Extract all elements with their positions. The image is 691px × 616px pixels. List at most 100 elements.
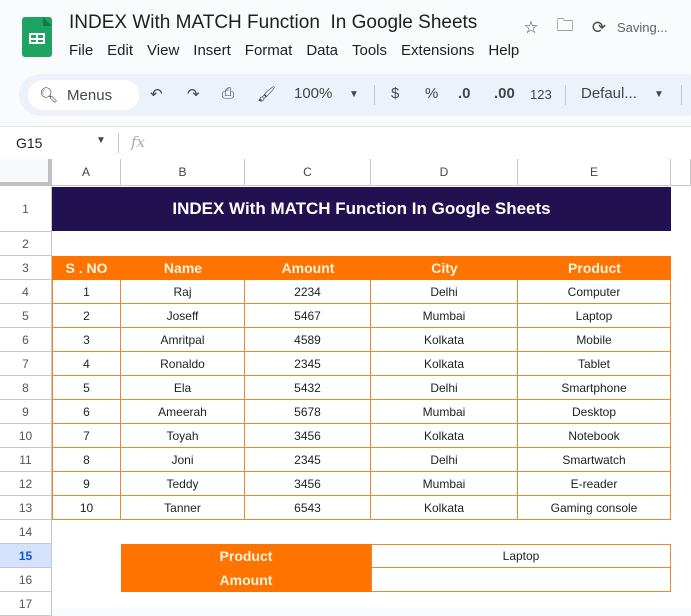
percent-format-button[interactable]: %: [425, 85, 438, 102]
table-cell[interactable]: 8: [52, 448, 121, 472]
table-cell[interactable]: Joseff: [121, 304, 245, 328]
lookup-product-label[interactable]: Product: [121, 544, 371, 568]
table-cell[interactable]: 3456: [245, 424, 371, 448]
table-header-product[interactable]: Product: [518, 256, 671, 280]
row-header-7[interactable]: 7: [0, 352, 52, 376]
table-cell[interactable]: 6: [52, 400, 121, 424]
table-cell[interactable]: Notebook: [518, 424, 671, 448]
zoom-caret-icon[interactable]: ▼: [349, 89, 359, 100]
sheets-logo-icon[interactable]: [22, 17, 52, 57]
table-cell[interactable]: E-reader: [518, 472, 671, 496]
table-cell[interactable]: Mumbai: [371, 472, 518, 496]
table-cell[interactable]: 2345: [245, 448, 371, 472]
column-header-d[interactable]: D: [371, 159, 518, 186]
undo-icon[interactable]: ↶: [150, 85, 163, 103]
table-cell[interactable]: Laptop: [518, 304, 671, 328]
table-cell[interactable]: Delhi: [371, 280, 518, 304]
menu-tools[interactable]: Tools: [352, 42, 387, 59]
table-cell[interactable]: Smartphone: [518, 376, 671, 400]
table-cell[interactable]: Computer: [518, 280, 671, 304]
font-select[interactable]: Defaul...: [581, 85, 637, 102]
row-header-9[interactable]: 9: [0, 400, 52, 424]
table-cell[interactable]: Delhi: [371, 448, 518, 472]
name-box[interactable]: G15: [16, 135, 42, 151]
table-cell[interactable]: 10: [52, 496, 121, 520]
row-header-16[interactable]: 16: [0, 568, 52, 592]
table-cell[interactable]: 9: [52, 472, 121, 496]
select-all-corner[interactable]: [0, 159, 52, 186]
paint-format-icon[interactable]: 🖌: [257, 85, 276, 103]
table-cell[interactable]: 5: [52, 376, 121, 400]
menu-extensions[interactable]: Extensions: [401, 42, 474, 59]
zoom-select[interactable]: 100%: [294, 85, 332, 102]
table-cell[interactable]: Kolkata: [371, 352, 518, 376]
row-header-6[interactable]: 6: [0, 328, 52, 352]
move-folder-icon[interactable]: 🗀: [555, 13, 575, 42]
column-header-b[interactable]: B: [121, 159, 245, 186]
table-cell[interactable]: Teddy: [121, 472, 245, 496]
table-cell[interactable]: 3456: [245, 472, 371, 496]
row-header-17[interactable]: 17: [0, 592, 52, 616]
row-header-14[interactable]: 14: [0, 520, 52, 544]
table-cell[interactable]: 1: [52, 280, 121, 304]
table-header-name[interactable]: Name: [121, 256, 245, 280]
table-cell[interactable]: Mumbai: [371, 304, 518, 328]
table-header-sno[interactable]: S . NO: [52, 256, 121, 280]
menu-view[interactable]: View: [147, 42, 179, 59]
decrease-decimal-button[interactable]: .0: [458, 85, 471, 102]
font-caret-icon[interactable]: ▼: [654, 89, 664, 100]
menu-help[interactable]: Help: [488, 42, 519, 59]
table-cell[interactable]: Delhi: [371, 376, 518, 400]
menu-edit[interactable]: Edit: [107, 42, 133, 59]
lookup-amount-label[interactable]: Amount: [121, 568, 371, 592]
row-header-11[interactable]: 11: [0, 448, 52, 472]
row-header-13[interactable]: 13: [0, 496, 52, 520]
table-cell[interactable]: 2234: [245, 280, 371, 304]
table-cell[interactable]: 4589: [245, 328, 371, 352]
document-title[interactable]: INDEX With MATCH Function In Google Shee…: [69, 12, 477, 34]
table-cell[interactable]: Desktop: [518, 400, 671, 424]
row-header-8[interactable]: 8: [0, 376, 52, 400]
table-cell[interactable]: Amritpal: [121, 328, 245, 352]
more-formats-button[interactable]: 123: [530, 87, 552, 102]
menu-insert[interactable]: Insert: [193, 42, 231, 59]
table-cell[interactable]: Kolkata: [371, 328, 518, 352]
table-header-amount[interactable]: Amount: [245, 256, 371, 280]
column-header-a[interactable]: A: [52, 159, 121, 186]
currency-format-button[interactable]: $: [391, 85, 399, 102]
table-cell[interactable]: 2345: [245, 352, 371, 376]
column-header-f[interactable]: [671, 159, 691, 186]
row-header-1[interactable]: 1: [0, 186, 52, 232]
column-header-e[interactable]: E: [518, 159, 671, 186]
table-cell[interactable]: 2: [52, 304, 121, 328]
table-cell[interactable]: Tanner: [121, 496, 245, 520]
star-icon[interactable]: ☆: [521, 18, 541, 38]
table-cell[interactable]: Ronaldo: [121, 352, 245, 376]
row-header-15[interactable]: 15: [0, 544, 52, 568]
table-header-city[interactable]: City: [371, 256, 518, 280]
row-header-3[interactable]: 3: [0, 256, 52, 280]
table-cell[interactable]: Tablet: [518, 352, 671, 376]
row-header-2[interactable]: 2: [0, 232, 52, 256]
row-header-12[interactable]: 12: [0, 472, 52, 496]
table-cell[interactable]: 5432: [245, 376, 371, 400]
table-cell[interactable]: 5467: [245, 304, 371, 328]
table-cell[interactable]: Mumbai: [371, 400, 518, 424]
lookup-product-value[interactable]: Laptop: [371, 544, 671, 568]
name-box-caret-icon[interactable]: ▼: [96, 135, 106, 146]
search-menus-button[interactable]: 🔍︎ Menus: [28, 80, 139, 110]
menu-file[interactable]: File: [69, 42, 93, 59]
redo-icon[interactable]: ↷: [187, 85, 200, 103]
table-cell[interactable]: Mobile: [518, 328, 671, 352]
spreadsheet-grid[interactable]: A B C D E 1 2 3 4 5 6 7 8 9 10 11 12 13 14 15 16 17 INDEX With…: [0, 159, 691, 616]
print-icon[interactable]: ⎙: [222, 85, 234, 102]
lookup-amount-value[interactable]: [371, 568, 671, 592]
table-cell[interactable]: Kolkata: [371, 424, 518, 448]
table-cell[interactable]: Joni: [121, 448, 245, 472]
row-header-4[interactable]: 4: [0, 280, 52, 304]
row-header-10[interactable]: 10: [0, 424, 52, 448]
table-cell[interactable]: 5678: [245, 400, 371, 424]
table-cell[interactable]: 7: [52, 424, 121, 448]
table-cell[interactable]: Kolkata: [371, 496, 518, 520]
menu-data[interactable]: Data: [306, 42, 338, 59]
